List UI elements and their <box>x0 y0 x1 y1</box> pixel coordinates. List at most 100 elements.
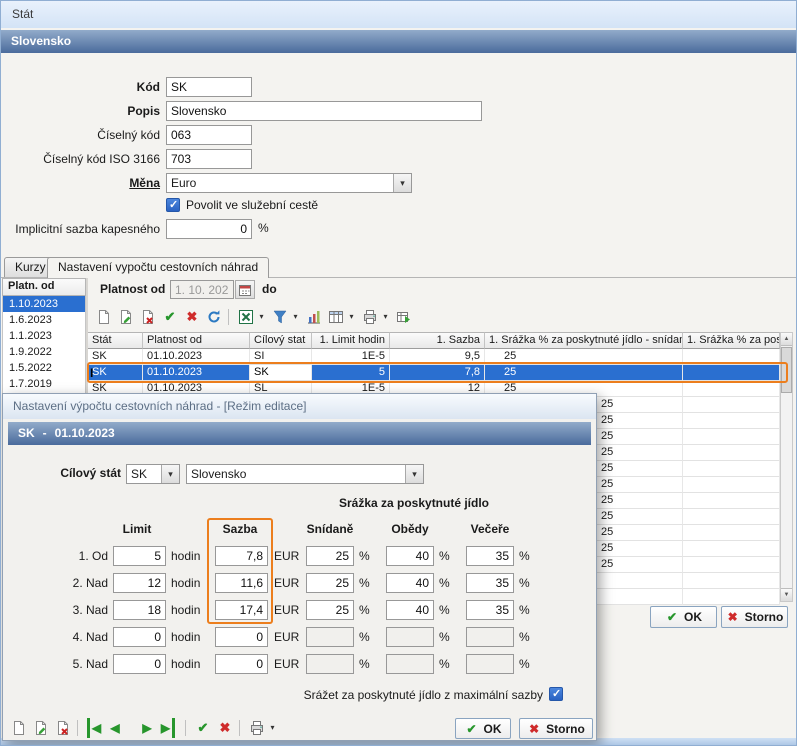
obedy-input[interactable] <box>386 600 434 620</box>
obedy-input[interactable] <box>386 546 434 566</box>
snidane-input[interactable] <box>306 573 354 593</box>
snidane-input[interactable] <box>306 546 354 566</box>
export-table-button[interactable] <box>394 307 414 327</box>
cancel-button[interactable] <box>215 718 235 738</box>
first-record-icon[interactable] <box>87 718 103 738</box>
chevron-down-icon[interactable] <box>256 307 267 327</box>
ciselny-kod-input[interactable] <box>166 125 252 145</box>
validity-date-item[interactable]: 1.6.2023 <box>3 312 85 328</box>
obedy-input[interactable] <box>386 573 434 593</box>
new-record-button[interactable] <box>94 307 114 327</box>
snidane-input[interactable] <box>306 627 354 647</box>
kod-input[interactable] <box>166 77 252 97</box>
last-record-icon[interactable] <box>159 718 175 738</box>
limit-input[interactable] <box>113 546 166 566</box>
limit-input[interactable] <box>113 654 166 674</box>
sazba-input[interactable] <box>215 573 268 593</box>
window-titlebar: Stát <box>0 0 797 28</box>
print-button[interactable] <box>360 307 380 327</box>
scroll-down-icon[interactable] <box>781 588 792 601</box>
validity-date-item[interactable]: 1.9.2022 <box>3 344 85 360</box>
iso-input[interactable] <box>166 149 252 169</box>
sazba-input[interactable] <box>215 654 268 674</box>
page-icon <box>11 720 27 736</box>
columns-button[interactable] <box>326 307 346 327</box>
previous-record-icon[interactable] <box>107 718 123 738</box>
sazba-input[interactable] <box>215 627 268 647</box>
obedy-input[interactable] <box>386 654 434 674</box>
cell-stat: SK <box>88 365 143 381</box>
kapesne-input[interactable] <box>166 219 252 239</box>
max-sazba-checkbox[interactable] <box>549 687 563 701</box>
validity-date-item[interactable]: 1.10.2023 <box>3 296 85 312</box>
column-header[interactable]: 1. Limit hodin <box>312 332 390 349</box>
column-header[interactable]: Stát <box>88 332 143 349</box>
vecere-input[interactable] <box>466 627 514 647</box>
ok-button[interactable]: OK <box>650 606 717 628</box>
new-record-button[interactable] <box>9 718 29 738</box>
validity-date-item[interactable]: 1.1.2023 <box>3 328 85 344</box>
calendar-button[interactable] <box>235 280 255 299</box>
mena-select[interactable]: Euro <box>166 173 412 193</box>
filter-button[interactable] <box>270 307 290 327</box>
refresh-button[interactable] <box>204 307 224 327</box>
sazba-input[interactable] <box>215 600 268 620</box>
cilovy-stat-code-select[interactable]: SK <box>126 464 180 484</box>
limit-input[interactable] <box>113 627 166 647</box>
mena-label[interactable]: Měna <box>2 173 160 193</box>
vecere-input[interactable] <box>466 600 514 620</box>
chevron-down-icon[interactable] <box>405 465 423 483</box>
vecere-input[interactable] <box>466 654 514 674</box>
dialog-record-header: SK - 01.10.2023 <box>8 422 591 445</box>
limit-input[interactable] <box>113 573 166 593</box>
chart-button[interactable] <box>304 307 324 327</box>
confirm-button[interactable] <box>160 307 180 327</box>
edit-record-button[interactable] <box>116 307 136 327</box>
chevron-down-icon[interactable] <box>346 307 357 327</box>
chevron-down-icon[interactable] <box>290 307 301 327</box>
validity-date-item[interactable]: 1.5.2022 <box>3 360 85 376</box>
next-record-icon[interactable] <box>139 718 155 738</box>
confirm-button[interactable] <box>193 718 213 738</box>
edit-record-button[interactable] <box>31 718 51 738</box>
sazba-input[interactable] <box>215 546 268 566</box>
table-row-selected[interactable]: SK 01.10.2023 SK 5 7,8 25 <box>88 365 780 381</box>
column-header[interactable]: Platnost od <box>143 332 250 349</box>
limit-input[interactable] <box>113 600 166 620</box>
print-button[interactable] <box>247 718 267 738</box>
chevron-down-icon[interactable] <box>267 718 278 738</box>
tab-nastaveni[interactable]: Nastavení vypočtu cestovních náhrad <box>47 257 269 278</box>
storno-button[interactable]: Storno <box>721 606 788 628</box>
scrollbar-thumb[interactable] <box>781 347 792 393</box>
povolit-checkbox[interactable] <box>166 198 180 212</box>
chevron-down-icon[interactable] <box>380 307 391 327</box>
dialog-ok-button[interactable]: OK <box>455 718 511 739</box>
table-row[interactable]: SK 01.10.2023 SI 1E-5 9,5 25 <box>88 349 780 365</box>
column-header[interactable]: Cílový stat <box>250 332 312 349</box>
cilovy-stat-name-select[interactable]: Slovensko <box>186 464 424 484</box>
platnost-od-input[interactable] <box>170 280 234 299</box>
snidane-input[interactable] <box>306 600 354 620</box>
vecere-input[interactable] <box>466 573 514 593</box>
column-header[interactable]: 1. Srážka % za poskytnuté jídlo - snídan… <box>485 332 683 349</box>
delete-record-button[interactable] <box>53 718 73 738</box>
pct-unit: % <box>519 546 530 566</box>
popis-input[interactable] <box>166 101 482 121</box>
delete-record-button[interactable] <box>138 307 158 327</box>
scroll-up-icon[interactable] <box>781 333 792 346</box>
column-header[interactable]: 1. Srážka % za pos <box>683 332 780 349</box>
excel-export-button[interactable] <box>236 307 256 327</box>
vecere-input[interactable] <box>466 546 514 566</box>
snidane-input[interactable] <box>306 654 354 674</box>
table-scrollbar[interactable] <box>780 332 793 602</box>
max-sazba-checkbox-label: Srážet za poskytnuté jídlo z maximální s… <box>243 688 543 702</box>
obedy-input[interactable] <box>386 627 434 647</box>
cancel-button[interactable] <box>182 307 202 327</box>
column-header[interactable]: 1. Sazba <box>390 332 485 349</box>
chevron-down-icon[interactable] <box>161 465 179 483</box>
cross-icon <box>726 610 740 624</box>
validity-date-item[interactable]: 1.7.2019 <box>3 376 85 392</box>
cell-cilovy-stat-editing[interactable]: SK <box>250 365 312 381</box>
dialog-storno-button[interactable]: Storno <box>519 718 593 739</box>
chevron-down-icon[interactable] <box>393 174 411 192</box>
